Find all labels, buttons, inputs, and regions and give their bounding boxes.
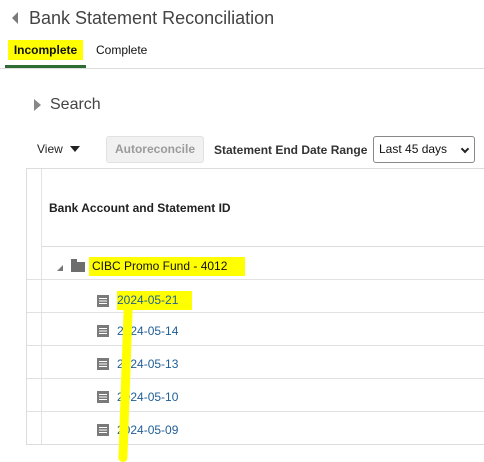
view-menu-label: View (37, 142, 63, 156)
statements-table: Bank Account and Statement ID CIBC Promo… (26, 168, 484, 445)
page-title: Bank Statement Reconciliation (29, 7, 275, 28)
statement-row[interactable]: 2024-05-10 (27, 379, 484, 412)
account-row[interactable]: CIBC Promo Fund - 4012 (27, 247, 484, 280)
page-header: Bank Statement Reconciliation (12, 7, 274, 29)
dropdown-arrow-icon (69, 146, 80, 152)
document-icon (97, 358, 109, 370)
expand-right-icon (34, 99, 41, 111)
tab-complete-label: Complete (96, 43, 148, 57)
autoreconcile-button[interactable]: Autoreconcile (106, 136, 204, 163)
chevron-down-icon (460, 144, 470, 154)
date-range-select[interactable]: Last 45 days (373, 136, 475, 163)
tab-incomplete-label: Incomplete (7, 40, 84, 60)
view-menu-button[interactable]: View (37, 142, 80, 156)
statement-row[interactable]: 2024-05-09 (27, 412, 484, 445)
search-disclosure[interactable]: Search (34, 96, 101, 114)
tab-incomplete[interactable]: Incomplete (5, 36, 86, 68)
folder-icon (71, 258, 85, 272)
date-range-value: Last 45 days (379, 142, 448, 156)
column-header[interactable]: Bank Account and Statement ID (42, 169, 484, 247)
document-icon (97, 391, 109, 403)
collapse-toggle-icon[interactable] (57, 264, 63, 271)
document-icon (97, 325, 109, 337)
table-toolbar: View Autoreconcile Statement End Date Ra… (37, 136, 484, 164)
column-header-label: Bank Account and Statement ID (49, 201, 231, 215)
statement-row[interactable]: 2024-05-14 (27, 313, 484, 346)
document-icon (97, 294, 109, 307)
statement-row[interactable]: 2024-05-13 (27, 346, 484, 379)
search-label: Search (50, 96, 101, 113)
document-icon (97, 424, 109, 436)
statement-row[interactable]: 2024-05-21 (27, 280, 484, 313)
tab-bar: Incomplete Complete (0, 36, 484, 69)
tab-complete[interactable]: Complete (96, 36, 147, 68)
account-label: CIBC Promo Fund - 4012 (89, 257, 246, 276)
date-range-label: Statement End Date Range (214, 143, 368, 157)
back-caret-icon[interactable] (12, 12, 18, 24)
